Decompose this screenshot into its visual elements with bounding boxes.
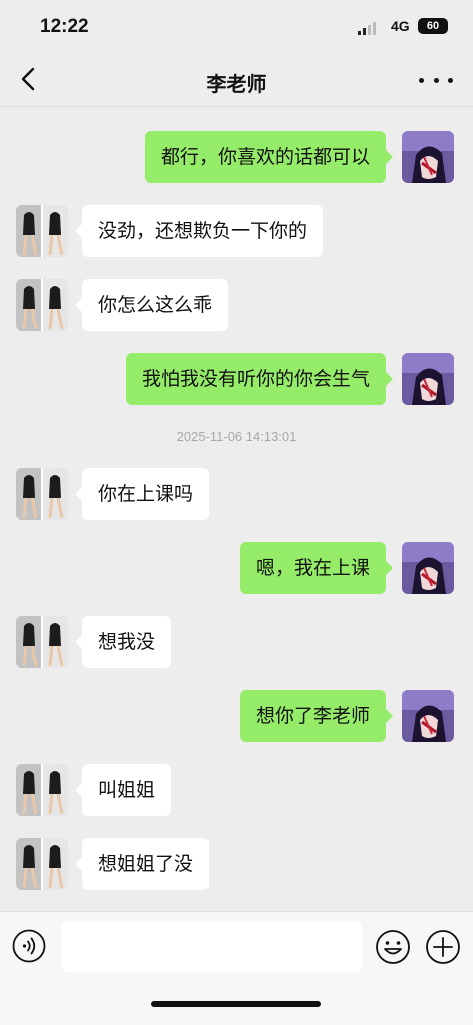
avatar[interactable] [402, 690, 454, 742]
message-input[interactable] [61, 922, 362, 972]
home-indicator [151, 1001, 321, 1007]
battery-icon: 60 [418, 18, 448, 34]
message-bubble[interactable]: 你在上课吗 [74, 468, 210, 520]
avatar[interactable] [16, 468, 68, 520]
avatar[interactable] [16, 205, 68, 257]
plus-icon[interactable] [425, 929, 461, 965]
message-bubble[interactable]: 想你了李老师 [239, 690, 394, 742]
avatar[interactable] [16, 616, 68, 668]
status-time: 12:22 [40, 16, 89, 37]
nav-bar: 李老师 [0, 56, 473, 107]
page-title: 李老师 [206, 72, 267, 96]
message-bubble[interactable]: 叫姐姐 [74, 764, 172, 816]
message-bubble[interactable]: 嗯，我在上课 [239, 542, 394, 594]
network-label: 4G [391, 18, 410, 34]
avatar[interactable] [16, 764, 68, 816]
message-bubble[interactable]: 我怕我没有听你的你会生气 [125, 353, 394, 405]
chat-area[interactable]: 都行，你喜欢的话都可以 没劲，还想欺负一下你的 你怎么这么乖 我怕我没有听你的你… [0, 107, 473, 910]
message-bubble[interactable]: 想我没 [74, 616, 172, 668]
avatar[interactable] [402, 353, 454, 405]
avatar[interactable] [402, 542, 454, 594]
message-bubble[interactable]: 想姐姐了没 [74, 838, 210, 890]
timestamp: 2025-11-06 14:13:01 [176, 429, 297, 444]
avatar[interactable] [402, 131, 454, 183]
signal-icon [358, 22, 376, 35]
emoji-icon[interactable] [375, 929, 411, 965]
message-bubble[interactable]: 没劲，还想欺负一下你的 [74, 205, 324, 257]
avatar[interactable] [16, 838, 68, 890]
message-bubble[interactable]: 都行，你喜欢的话都可以 [144, 131, 394, 183]
input-bar [0, 911, 473, 1025]
avatar[interactable] [16, 279, 68, 331]
more-icon[interactable] [419, 68, 453, 92]
status-bar: 12:22 4G 60 [0, 0, 473, 56]
message-bubble[interactable]: 你怎么这么乖 [74, 279, 229, 331]
voice-icon[interactable] [12, 929, 46, 963]
